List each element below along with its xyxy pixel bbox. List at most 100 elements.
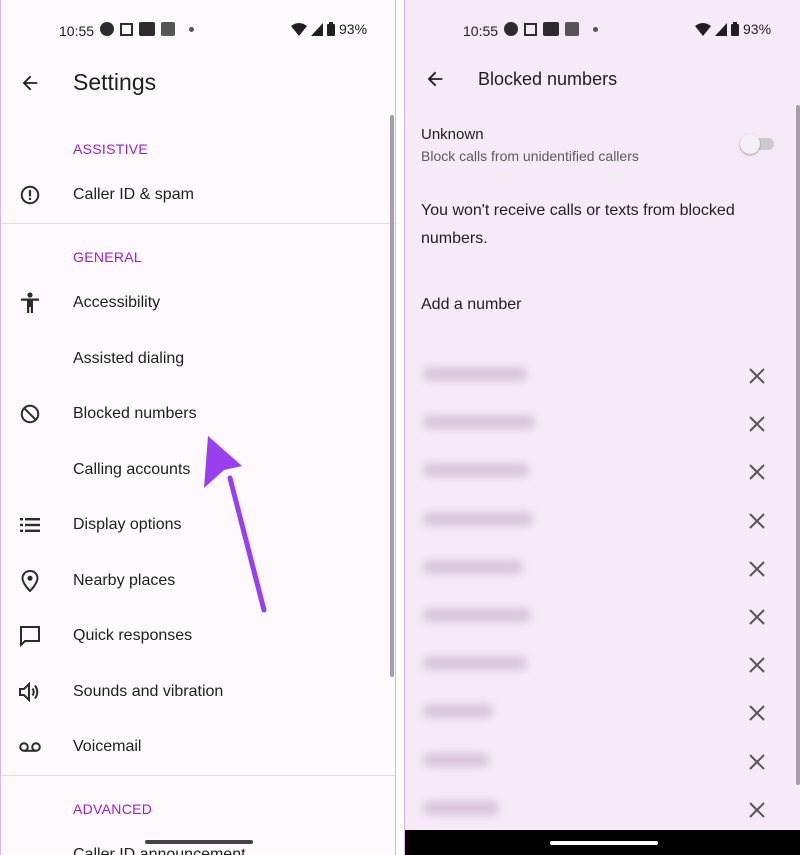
battery-icon bbox=[731, 22, 739, 36]
unblock-close-icon[interactable] bbox=[748, 655, 766, 679]
app-square-icon bbox=[565, 22, 579, 36]
blocked-info-text: You won't receive calls or texts from bl… bbox=[421, 202, 735, 247]
blocked-number-row bbox=[405, 412, 800, 436]
list-icon bbox=[17, 512, 43, 538]
blocked-number-redacted bbox=[423, 365, 527, 383]
page-title: Settings bbox=[73, 69, 157, 95]
blocked-number-row bbox=[405, 653, 800, 677]
scrollbar[interactable] bbox=[390, 115, 394, 677]
unblock-close-icon[interactable] bbox=[748, 703, 766, 727]
notification-icons bbox=[100, 22, 194, 36]
status-bar: 10:55 93% bbox=[1, 0, 395, 60]
battery-icon bbox=[327, 22, 335, 36]
divider bbox=[1, 223, 395, 224]
dot-icon bbox=[189, 26, 194, 32]
location-pin-icon bbox=[17, 568, 43, 594]
back-arrow-icon[interactable] bbox=[19, 72, 41, 94]
setting-caller-id[interactable]: Caller ID & spam bbox=[1, 173, 395, 217]
gesture-nav-bar[interactable] bbox=[145, 840, 253, 844]
dot-icon bbox=[593, 26, 598, 32]
blocked-number-row bbox=[405, 364, 800, 388]
signal-icon bbox=[715, 22, 727, 36]
status-right: 93% bbox=[291, 21, 367, 37]
blocked-number-redacted bbox=[423, 461, 529, 479]
blocked-number-redacted bbox=[423, 654, 527, 672]
blocked-number-row bbox=[405, 557, 800, 581]
divider bbox=[1, 775, 395, 776]
unblock-close-icon[interactable] bbox=[748, 800, 766, 824]
unblock-close-icon[interactable] bbox=[748, 511, 766, 535]
battery-level: 93% bbox=[339, 21, 368, 37]
page-title: Blocked numbers bbox=[478, 69, 618, 89]
setting-label: Accessibility bbox=[73, 294, 161, 311]
blocked-number-row bbox=[405, 605, 800, 629]
setting-accessibility[interactable]: Accessibility bbox=[1, 281, 395, 325]
section-advanced: ADVANCED bbox=[73, 801, 153, 817]
blocked-number-redacted bbox=[423, 413, 535, 431]
unblock-close-icon[interactable] bbox=[748, 752, 766, 776]
exclamation-circle-icon bbox=[17, 182, 43, 208]
chat-bubble-icon bbox=[17, 623, 43, 649]
setting-label: Nearby places bbox=[73, 572, 176, 589]
add-number-button[interactable]: Add a number bbox=[421, 296, 522, 314]
section-assistive: ASSISTIVE bbox=[73, 141, 149, 157]
pane-gap bbox=[396, 0, 404, 855]
unblock-close-icon[interactable] bbox=[748, 366, 766, 390]
setting-voicemail[interactable]: Voicemail bbox=[1, 725, 395, 769]
pointer-arrow-icon bbox=[204, 436, 267, 613]
status-right: 93% bbox=[695, 21, 771, 37]
setting-caller-id-announcement[interactable]: Caller ID announcement bbox=[1, 833, 395, 855]
setting-label: Quick responses bbox=[73, 627, 193, 644]
blocked-number-redacted bbox=[423, 799, 499, 817]
unknown-title: Unknown bbox=[421, 126, 484, 143]
unblock-close-icon[interactable] bbox=[748, 559, 766, 583]
section-general: GENERAL bbox=[73, 249, 143, 265]
app-bar: Settings bbox=[1, 58, 395, 108]
signal-icon bbox=[311, 22, 323, 36]
wifi-icon bbox=[291, 22, 307, 36]
setting-label: Display options bbox=[73, 516, 182, 533]
status-time: 10:55 bbox=[59, 23, 95, 39]
blocked-numbers-screen: 10:55 93% Blocked numbers Unknown Block … bbox=[404, 0, 800, 855]
setting-label: Calling accounts bbox=[73, 461, 191, 478]
wifi-icon bbox=[695, 22, 711, 36]
voicemail-icon bbox=[17, 734, 43, 760]
blocked-number-redacted bbox=[423, 558, 523, 576]
toggle-knob bbox=[740, 134, 760, 154]
status-bar: 10:55 93% bbox=[405, 0, 800, 60]
back-arrow-icon[interactable] bbox=[424, 68, 446, 90]
blocked-number-row bbox=[405, 798, 800, 822]
settings-screen: 10:55 93% Settings ASSISTIVE Caller ID &… bbox=[0, 0, 396, 855]
blocked-number-row bbox=[405, 701, 800, 725]
setting-label: Voicemail bbox=[73, 738, 142, 755]
app-badge-icon bbox=[139, 22, 155, 36]
unblock-close-icon[interactable] bbox=[748, 607, 766, 631]
setting-label: Caller ID announcement bbox=[73, 846, 246, 855]
app-square-icon bbox=[161, 22, 175, 36]
unblock-close-icon[interactable] bbox=[748, 462, 766, 486]
setting-label: Caller ID & spam bbox=[73, 186, 194, 203]
block-icon bbox=[17, 401, 43, 427]
unknown-callers-toggle[interactable] bbox=[740, 134, 774, 154]
blocked-number-redacted bbox=[423, 510, 533, 528]
app-icon bbox=[524, 22, 537, 36]
blocked-number-redacted bbox=[423, 702, 493, 720]
setting-assisted-dialing[interactable]: Assisted dialing bbox=[1, 337, 395, 381]
status-time: 10:55 bbox=[463, 23, 499, 39]
battery-level: 93% bbox=[743, 21, 772, 37]
gesture-nav-bar[interactable] bbox=[550, 841, 658, 845]
setting-label: Blocked numbers bbox=[73, 405, 197, 422]
blocked-number-row bbox=[405, 509, 800, 533]
accessibility-icon bbox=[17, 290, 43, 316]
setting-quick-responses[interactable]: Quick responses bbox=[1, 614, 395, 658]
messenger-icon bbox=[504, 22, 518, 36]
messenger-icon bbox=[100, 22, 114, 36]
scrollbar[interactable] bbox=[796, 105, 800, 785]
unblock-close-icon[interactable] bbox=[748, 414, 766, 438]
blocked-number-row bbox=[405, 460, 800, 484]
setting-sounds[interactable]: Sounds and vibration bbox=[1, 670, 395, 714]
setting-label: Sounds and vibration bbox=[73, 683, 224, 700]
app-badge-icon bbox=[543, 22, 559, 36]
bottom-nav-area bbox=[405, 830, 800, 855]
volume-icon bbox=[17, 679, 43, 705]
